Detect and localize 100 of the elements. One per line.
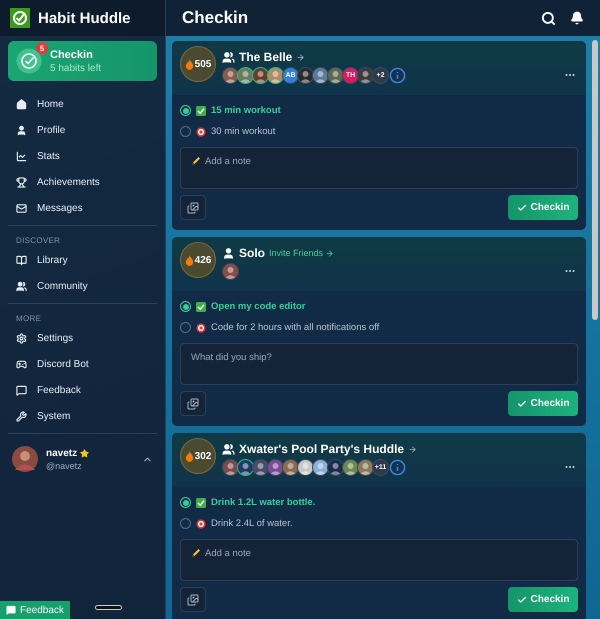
habit-label: 30 min workout bbox=[211, 126, 276, 137]
note-field[interactable]: Add a note bbox=[180, 539, 578, 581]
checkin-title: Checkin bbox=[50, 48, 94, 60]
habit-label: 15 min workout bbox=[211, 105, 281, 116]
nav-item[interactable]: Settings bbox=[8, 325, 157, 351]
chat-icon bbox=[16, 384, 27, 396]
member-avatar[interactable] bbox=[222, 263, 239, 280]
member-avatar[interactable] bbox=[282, 459, 299, 476]
nav-item[interactable]: Library bbox=[8, 247, 157, 273]
arrow-icon[interactable] bbox=[408, 444, 418, 454]
flame-icon bbox=[184, 254, 194, 266]
nav-item[interactable]: Community bbox=[8, 273, 157, 299]
member-avatar[interactable] bbox=[237, 459, 254, 476]
image-upload-button[interactable] bbox=[180, 195, 206, 220]
note-field[interactable]: What did you ship? bbox=[180, 343, 578, 385]
habit-radio[interactable] bbox=[180, 301, 191, 312]
checkin-icon bbox=[16, 48, 42, 74]
image-upload-button[interactable] bbox=[180, 391, 206, 416]
scrollbar[interactable] bbox=[592, 40, 598, 320]
member-avatar[interactable] bbox=[267, 67, 284, 84]
member-avatar[interactable] bbox=[222, 459, 239, 476]
habit-label: Code for 2 hours with all notifications off bbox=[211, 322, 380, 333]
habit-radio[interactable] bbox=[180, 497, 191, 508]
home-indicator bbox=[95, 605, 122, 610]
nav-item[interactable]: Achievements bbox=[8, 169, 157, 195]
habit-radio[interactable] bbox=[180, 126, 191, 137]
note-field[interactable]: Add a note bbox=[180, 147, 578, 189]
habit-radio[interactable] bbox=[180, 322, 191, 333]
nav-item[interactable]: System bbox=[8, 403, 157, 429]
arrow-icon bbox=[325, 248, 334, 258]
nav-item[interactable]: Messages bbox=[8, 195, 157, 221]
member-avatar[interactable] bbox=[297, 67, 314, 84]
page-title: Checkin bbox=[182, 8, 250, 28]
nav-item[interactable]: Discord Bot bbox=[8, 351, 157, 377]
pencil-icon bbox=[191, 156, 201, 166]
member-avatar[interactable] bbox=[342, 459, 359, 476]
huddle-title[interactable]: The Belle bbox=[239, 50, 292, 64]
checkbox-icon bbox=[196, 302, 206, 312]
tools-icon bbox=[16, 410, 27, 422]
nav-item[interactable]: Stats bbox=[8, 143, 157, 169]
habit-label: Open my code editor bbox=[211, 301, 306, 312]
target-icon bbox=[196, 126, 206, 136]
nav-item[interactable]: Profile bbox=[8, 117, 157, 143]
section-heading: MORE bbox=[15, 313, 42, 325]
info-icon[interactable] bbox=[389, 459, 406, 476]
bell-icon[interactable] bbox=[570, 11, 584, 25]
user-name: navetz bbox=[46, 448, 78, 458]
nav-item[interactable]: Feedback bbox=[8, 377, 157, 403]
checkbox-icon bbox=[196, 106, 206, 116]
check-icon bbox=[516, 594, 527, 604]
target-icon bbox=[196, 322, 206, 332]
group-icon bbox=[222, 50, 235, 64]
chart-icon bbox=[16, 150, 27, 162]
member-avatar[interactable] bbox=[267, 459, 284, 476]
checkin-card[interactable]: 5 Checkin 5 habits left bbox=[8, 41, 157, 81]
home-icon bbox=[16, 98, 27, 110]
user-handle: @navetz bbox=[46, 460, 83, 470]
checkbox-icon bbox=[196, 498, 206, 508]
user-avatar[interactable] bbox=[12, 446, 38, 472]
habit-radio[interactable] bbox=[180, 518, 191, 529]
member-avatar[interactable] bbox=[312, 67, 329, 84]
person-icon bbox=[222, 246, 235, 260]
invite-link[interactable]: Invite Friends bbox=[269, 248, 334, 258]
habit-label: Drink 1.2L water bottle. bbox=[211, 497, 316, 508]
group-icon bbox=[222, 442, 235, 456]
member-avatar[interactable] bbox=[327, 67, 344, 84]
member-avatar[interactable] bbox=[357, 459, 374, 476]
pencil-icon bbox=[191, 548, 201, 558]
habits-left-text: 5 habits left bbox=[50, 62, 102, 74]
chat-icon bbox=[6, 605, 16, 615]
trophy-icon bbox=[16, 176, 27, 188]
member-avatar[interactable] bbox=[222, 67, 239, 84]
target-icon bbox=[196, 518, 206, 528]
member-avatar[interactable] bbox=[297, 459, 314, 476]
member-avatar[interactable] bbox=[327, 459, 344, 476]
mail-icon bbox=[16, 202, 27, 214]
nav-item[interactable]: Home bbox=[8, 91, 157, 117]
gear-icon bbox=[16, 332, 27, 344]
member-avatar[interactable] bbox=[252, 67, 269, 84]
images-icon bbox=[187, 398, 199, 410]
streak-badge: 302 bbox=[180, 438, 216, 474]
search-icon[interactable] bbox=[541, 10, 556, 26]
image-upload-button[interactable] bbox=[180, 587, 206, 612]
notification-badge: 5 bbox=[36, 42, 48, 54]
huddle-title[interactable]: Solo bbox=[239, 246, 265, 260]
flame-icon bbox=[184, 58, 194, 70]
user-icon bbox=[16, 124, 27, 136]
member-avatar[interactable] bbox=[312, 459, 329, 476]
check-icon bbox=[516, 398, 527, 408]
habit-radio[interactable] bbox=[180, 105, 191, 116]
arrow-icon[interactable] bbox=[296, 52, 306, 62]
app-name: Habit Huddle bbox=[38, 10, 130, 26]
streak-badge: 426 bbox=[180, 242, 216, 278]
info-icon[interactable] bbox=[389, 67, 406, 84]
flame-icon bbox=[184, 450, 194, 462]
member-avatar[interactable] bbox=[252, 459, 269, 476]
book-icon bbox=[16, 254, 27, 266]
member-avatar[interactable] bbox=[237, 67, 254, 84]
huddle-title[interactable]: Xwater's Pool Party's Huddle bbox=[239, 442, 404, 456]
member-avatar[interactable] bbox=[357, 67, 374, 84]
